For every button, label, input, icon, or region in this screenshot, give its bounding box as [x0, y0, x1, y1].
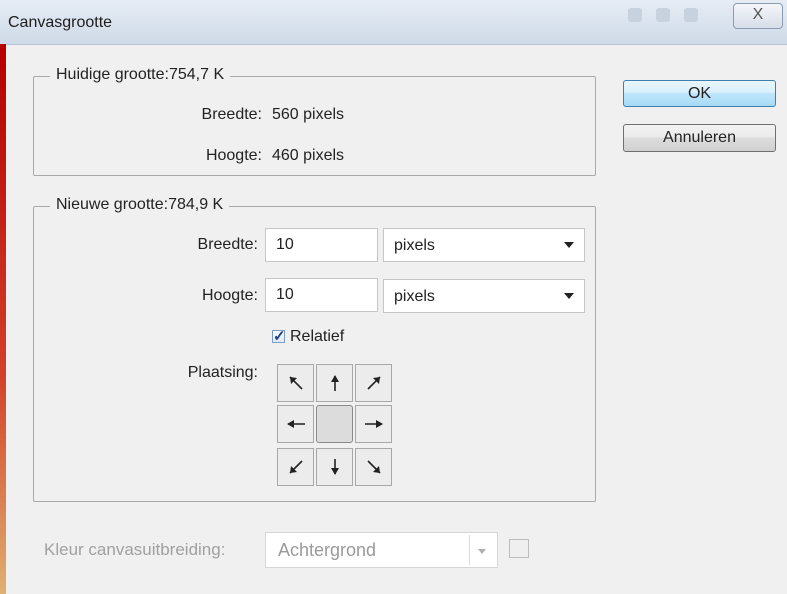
arrow-up-right-icon: [366, 376, 381, 390]
anchor-top[interactable]: [316, 364, 353, 402]
check-icon: ✓: [273, 328, 286, 345]
extension-color-value: Achtergrond: [278, 540, 377, 560]
new-width-input[interactable]: 10: [265, 228, 378, 262]
current-width-label: Breedte:: [201, 106, 262, 123]
chevron-down-icon: [564, 293, 574, 299]
arrow-down-right-icon: [366, 460, 381, 474]
extension-color-label: Kleur canvasuitbreiding:: [44, 540, 226, 559]
chevron-down-icon: [478, 549, 486, 554]
cancel-button-label: Annuleren: [663, 129, 736, 146]
close-button[interactable]: X: [733, 3, 783, 29]
anchor-label: Plaatsing:: [187, 364, 258, 381]
anchor-left[interactable]: [277, 405, 314, 443]
anchor-bottom-right[interactable]: [355, 448, 392, 486]
window-frame: [0, 44, 6, 594]
anchor-grid: [277, 364, 394, 488]
window-title: Canvasgrootte: [8, 14, 113, 31]
anchor-center[interactable]: [316, 405, 353, 443]
extension-color-swatch[interactable]: [509, 539, 529, 558]
new-size-legend: Nieuwe grootte:784,9 K: [50, 196, 230, 214]
new-height-label: Hoogte:: [201, 287, 258, 304]
anchor-top-left[interactable]: [277, 364, 314, 402]
minimize-icon: [628, 8, 642, 22]
relative-label[interactable]: Relatief: [290, 328, 344, 346]
relative-checkbox[interactable]: ✓: [272, 328, 286, 345]
arrow-down-icon: [330, 459, 339, 475]
width-unit-value: pixels: [394, 237, 435, 254]
restore-icon: [684, 8, 698, 22]
anchor-top-right[interactable]: [355, 364, 392, 402]
width-unit-select[interactable]: pixels: [383, 228, 585, 262]
new-height-input[interactable]: 10: [265, 278, 378, 312]
arrow-left-icon: [286, 420, 305, 428]
current-height-label: Hoogte:: [205, 147, 262, 164]
arrow-right-icon: [364, 420, 383, 428]
arrow-down-left-icon: [288, 460, 303, 474]
height-unit-select[interactable]: pixels: [383, 279, 585, 313]
extension-color-select[interactable]: Achtergrond: [265, 532, 498, 568]
new-width-label: Breedte:: [197, 236, 258, 253]
current-size-legend: Huidige grootte:754,7 K: [50, 66, 231, 84]
height-unit-value: pixels: [394, 288, 435, 305]
maximize-icon: [656, 8, 670, 22]
current-height-value: 460 pixels: [272, 147, 345, 164]
title-bar: Canvasgrootte X: [0, 0, 787, 45]
arrow-up-icon: [330, 375, 339, 391]
close-icon: X: [752, 6, 764, 23]
select-divider: [469, 535, 470, 565]
chevron-down-icon: [564, 242, 574, 248]
anchor-bottom[interactable]: [316, 448, 353, 486]
ok-button[interactable]: OK: [623, 80, 776, 107]
anchor-right[interactable]: [355, 405, 392, 443]
anchor-bottom-left[interactable]: [277, 448, 314, 486]
ok-button-label: OK: [687, 85, 712, 102]
current-width-value: 560 pixels: [272, 106, 345, 123]
cancel-button[interactable]: Annuleren: [623, 124, 776, 152]
arrow-up-left-icon: [288, 376, 303, 390]
